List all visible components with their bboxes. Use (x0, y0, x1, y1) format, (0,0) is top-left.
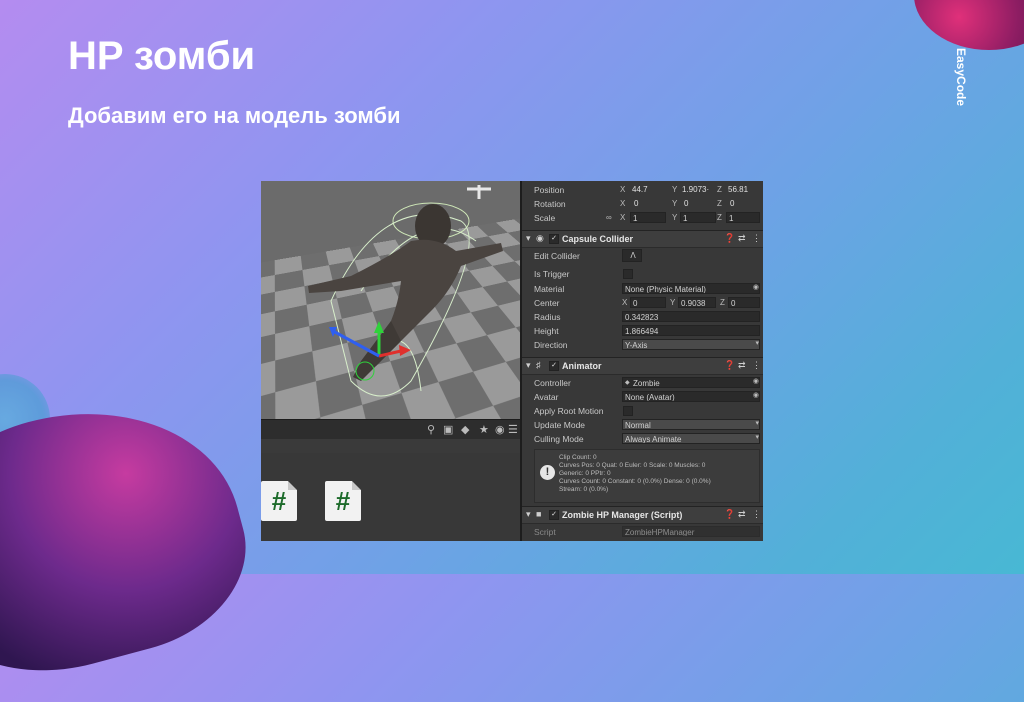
rotation-y-value[interactable]: 0 (684, 199, 688, 208)
animator-info-box: ! Clip Count: 0 Curves Pos: 0 Quat: 0 Eu… (534, 449, 760, 503)
unity-editor-screenshot: ⚲ ▣ ◆ ★ ◉ ☰ # # Position X 44.7 Y 1.9073… (261, 181, 763, 541)
rotation-x-value[interactable]: 0 (634, 199, 638, 208)
transform-rotation-row: Rotation X 0 Y 0 Z 0 (534, 199, 735, 209)
animator-header[interactable]: ▾ ♯ ✓ Animator ❓ ⇄ ⋮ (522, 357, 763, 375)
avatar-row: Avatar None (Avatar) ◉ (534, 391, 760, 402)
filter-icon[interactable]: ▣ (443, 423, 453, 436)
more-options-icon[interactable]: ⋮ (752, 360, 761, 371)
preset-icon[interactable]: ⇄ (738, 233, 746, 244)
zombie-model (308, 202, 503, 397)
csharp-script-icon[interactable]: # (261, 481, 297, 521)
scale-x-field[interactable]: 1 (630, 212, 666, 223)
chevron-down-icon: ▾ (755, 340, 759, 347)
root-motion-checkbox[interactable] (623, 406, 633, 416)
scale-y-field[interactable]: 1 (680, 212, 716, 223)
update-mode-row: Update Mode Normal ▾ (534, 419, 760, 430)
chevron-down-icon: ▾ (755, 434, 759, 441)
star-icon[interactable]: ★ (479, 423, 489, 436)
center-x-field[interactable]: 0 (630, 297, 666, 308)
tag-icon[interactable]: ◆ (461, 423, 469, 436)
avatar-field[interactable]: None (Avatar) (622, 391, 760, 402)
help-icon[interactable]: ❓ (724, 233, 735, 244)
is-trigger-row: Is Trigger (522, 267, 763, 281)
update-mode-dropdown[interactable]: Normal (622, 419, 760, 430)
material-field[interactable]: None (Physic Material) (622, 283, 760, 294)
expand-arrow-icon[interactable]: ▾ (526, 360, 531, 371)
object-picker-icon[interactable]: ◉ (753, 391, 759, 399)
direction-dropdown[interactable]: Y-Axis (622, 339, 760, 350)
position-y-value[interactable]: 1.9073· (682, 185, 709, 194)
project-assets-panel (261, 453, 520, 541)
scene-view[interactable] (261, 181, 520, 419)
capsule-collider-header[interactable]: ▾ ◉ ✓ Capsule Collider ❓ ⇄ ⋮ (522, 230, 763, 248)
component-title: Zombie HP Manager (Script) (562, 510, 683, 520)
transform-scale-row: Scale ∞ X 1 Y 1 Z 1 (522, 211, 763, 225)
help-icon[interactable]: ❓ (724, 509, 735, 520)
center-y-field[interactable]: 0.9038 (678, 297, 716, 308)
csharp-script-icon[interactable]: # (325, 481, 361, 521)
culling-mode-row: Culling Mode Always Animate ▾ (534, 433, 760, 444)
radius-field[interactable]: 0.342823 (622, 311, 760, 322)
expand-arrow-icon[interactable]: ▾ (526, 509, 531, 520)
controller-row: Controller Zombie ◆ ◉ (534, 377, 760, 388)
inspector-panel: Position X 44.7 Y 1.9073· Z 56.81 Rotati… (522, 181, 763, 541)
component-title: Animator (562, 361, 602, 371)
more-options-icon[interactable]: ⋮ (752, 233, 761, 244)
component-enabled-checkbox[interactable]: ✓ (549, 361, 559, 371)
eye-icon[interactable]: ◉ (495, 423, 505, 436)
radius-row: Radius 0.342823 (522, 310, 763, 324)
position-z-value[interactable]: 56.81 (728, 185, 748, 194)
chevron-down-icon: ▾ (755, 420, 759, 427)
edit-collider-row: Edit Collider Λ (522, 249, 763, 263)
object-picker-icon[interactable]: ◉ (753, 377, 759, 385)
edit-collider-button[interactable]: Λ (622, 249, 642, 262)
preset-icon[interactable]: ⇄ (738, 360, 746, 371)
preset-icon[interactable]: ⇄ (738, 509, 746, 520)
scale-z-field[interactable]: 1 (726, 212, 760, 223)
help-icon[interactable]: ❓ (724, 360, 735, 371)
slide-subtitle: Добавим его на модель зомби (68, 103, 401, 128)
info-icon: ! (540, 465, 555, 480)
animator-controller-icon: ◆ (625, 380, 630, 386)
direction-row: Direction Y-Axis ▾ (534, 339, 760, 350)
transform-position-row: Position X 44.7 Y 1.9073· Z 56.81 (534, 185, 749, 195)
component-enabled-checkbox[interactable]: ✓ (549, 234, 559, 244)
is-trigger-checkbox[interactable] (623, 269, 633, 279)
info-text: Clip Count: 0 Curves Pos: 0 Quat: 0 Eule… (559, 454, 711, 493)
script-field: ZombieHPManager (622, 526, 760, 537)
corner-decoration (0, 375, 267, 702)
scene-gizmo-icon[interactable] (459, 181, 499, 209)
brand-label: EasyCode (954, 48, 968, 107)
center-row: Center X 0 Y 0.9038 Z 0 (522, 296, 763, 310)
field-label: Position (534, 185, 565, 195)
link-icon[interactable]: ∞ (606, 213, 612, 222)
script-icon: ■ (536, 509, 542, 519)
center-z-field[interactable]: 0 (728, 297, 760, 308)
search-icon[interactable]: ⚲ (427, 423, 435, 436)
zombie-hp-manager-header[interactable]: ▾ ■ ✓ Zombie HP Manager (Script) ❓ ⇄ ⋮ (522, 506, 763, 524)
height-field[interactable]: 1.866494 (622, 325, 760, 336)
project-breadcrumb-bar (261, 439, 520, 454)
slide-title: HP зомби (68, 34, 256, 78)
corner-decoration (914, 0, 1024, 50)
animator-icon: ♯ (536, 360, 541, 370)
layers-icon[interactable]: ☰ (508, 423, 518, 436)
project-toolbar: ⚲ ▣ ◆ ★ ◉ ☰ (261, 419, 520, 440)
script-row: Script ZombieHPManager (522, 525, 763, 539)
root-motion-row: Apply Root Motion (522, 404, 763, 418)
rotation-z-value[interactable]: 0 (730, 199, 734, 208)
height-row: Height 1.866494 (522, 324, 763, 338)
position-x-value[interactable]: 44.7 (632, 185, 648, 194)
expand-arrow-icon[interactable]: ▾ (526, 233, 531, 244)
controller-field[interactable]: Zombie (622, 377, 760, 388)
component-enabled-checkbox[interactable]: ✓ (549, 510, 559, 520)
object-picker-icon[interactable]: ◉ (753, 283, 759, 291)
component-title: Capsule Collider (562, 234, 634, 244)
material-row: Material None (Physic Material) ◉ (534, 283, 760, 294)
culling-mode-dropdown[interactable]: Always Animate (622, 433, 760, 444)
more-options-icon[interactable]: ⋮ (752, 509, 761, 520)
capsule-collider-icon: ◉ (536, 233, 544, 243)
